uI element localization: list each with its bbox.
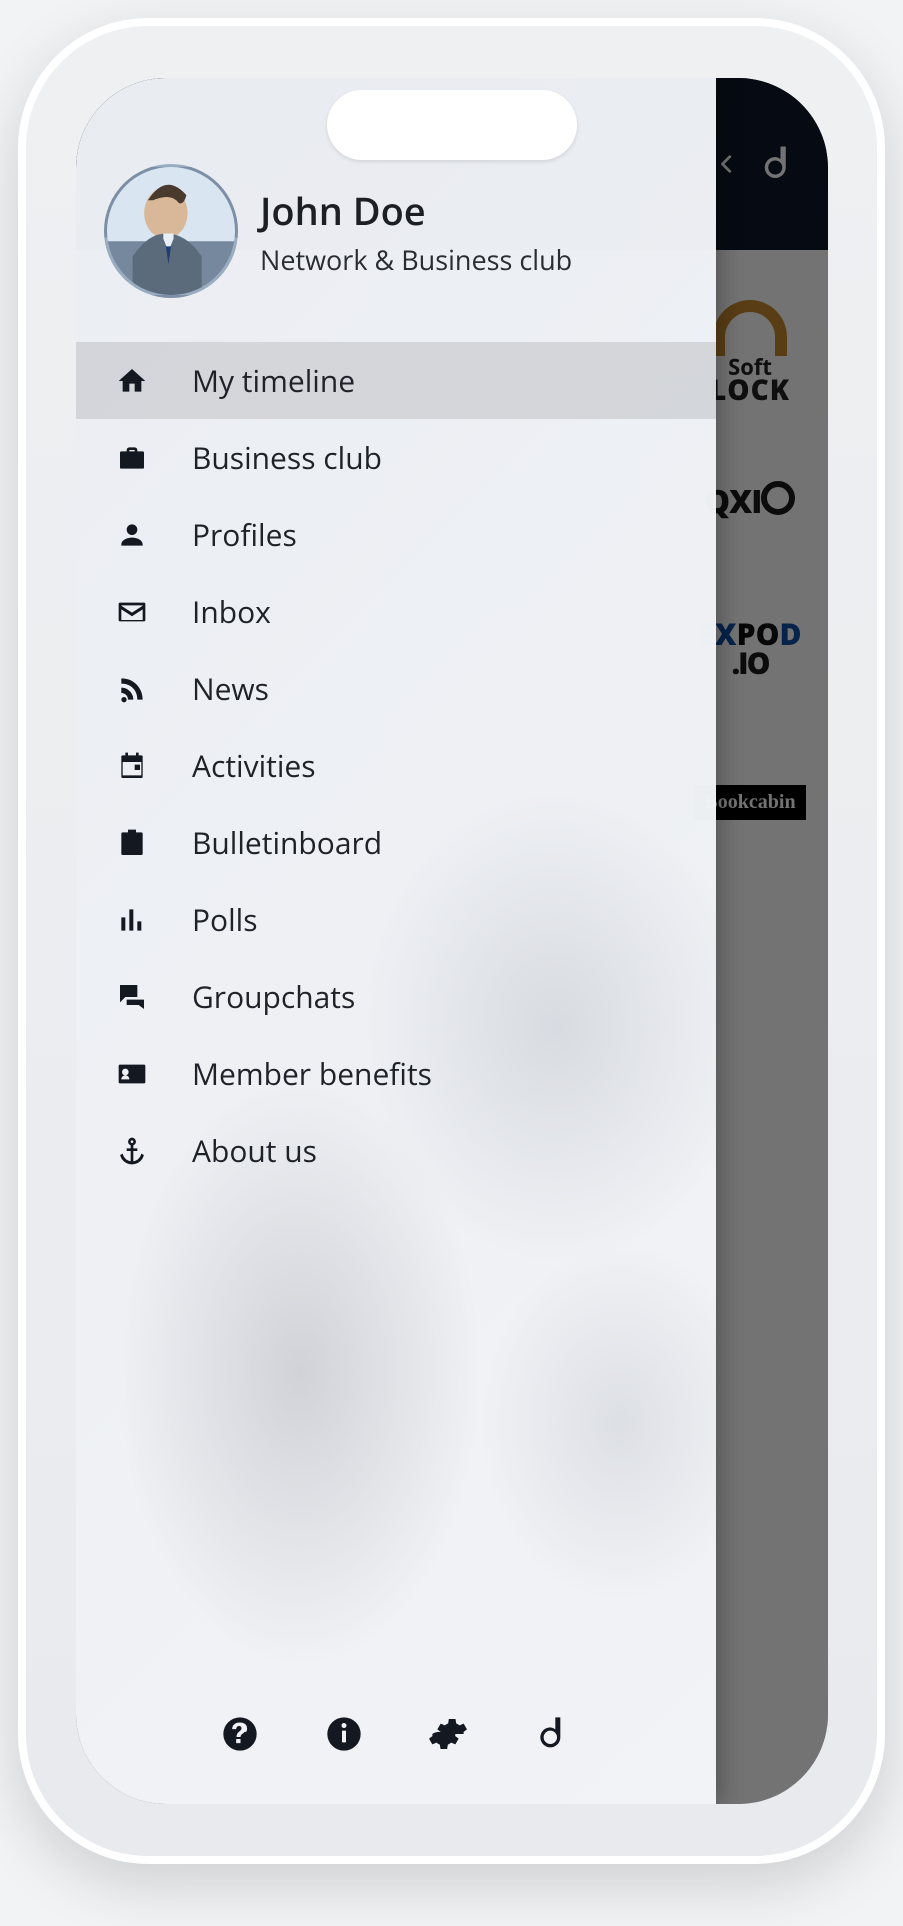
rss-icon: [114, 671, 150, 707]
drawer-nav: My timeline Business club Profiles Inbox New…: [76, 342, 716, 1189]
phone-screen: Soft LOCK QXI EXPOD .IO Bookcabin: [76, 78, 828, 1804]
gear-icon: [428, 1714, 468, 1754]
help-icon: [220, 1714, 260, 1754]
navigation-drawer: John Doe Network & Business club My time…: [76, 78, 716, 1804]
nav-label: Polls: [192, 899, 716, 940]
nav-item-activities[interactable]: Activities: [76, 727, 716, 804]
info-icon: [324, 1714, 364, 1754]
nav-label: Inbox: [192, 591, 716, 632]
profile-name: John Doe: [260, 185, 572, 237]
nav-label: About us: [192, 1130, 716, 1171]
mail-icon: [114, 594, 150, 630]
bottom-action-settings[interactable]: [426, 1712, 470, 1756]
nav-item-about[interactable]: About us: [76, 1112, 716, 1189]
nav-item-news[interactable]: News: [76, 650, 716, 727]
nav-label: Activities: [192, 745, 716, 786]
nav-label: Bulletinboard: [192, 822, 716, 863]
nav-item-profiles[interactable]: Profiles: [76, 496, 716, 573]
nav-label: Groupchats: [192, 976, 716, 1017]
profile-subtitle: Network & Business club: [260, 241, 572, 278]
drawer-bottom-actions: [76, 1682, 716, 1804]
nav-label: News: [192, 668, 716, 709]
briefcase-icon: [114, 440, 150, 476]
nav-item-groupchats[interactable]: Groupchats: [76, 958, 716, 1035]
brand-b-icon: [532, 1714, 572, 1754]
nav-label: Profiles: [192, 514, 716, 555]
nav-label: Member benefits: [192, 1053, 716, 1094]
bottom-action-info[interactable]: [322, 1712, 366, 1756]
nav-label: My timeline: [192, 360, 716, 401]
bottom-action-help[interactable]: [218, 1712, 262, 1756]
id-card-icon: [114, 1056, 150, 1092]
bottom-action-brand[interactable]: [530, 1712, 574, 1756]
nav-item-polls[interactable]: Polls: [76, 881, 716, 958]
nav-label: Business club: [192, 437, 716, 478]
person-icon: [114, 517, 150, 553]
nav-item-bulletin[interactable]: Bulletinboard: [76, 804, 716, 881]
nav-item-timeline[interactable]: My timeline: [76, 342, 716, 419]
device-notch: [327, 90, 577, 160]
nav-item-businessclub[interactable]: Business club: [76, 419, 716, 496]
chat-icon: [114, 979, 150, 1015]
nav-item-inbox[interactable]: Inbox: [76, 573, 716, 650]
board-icon: [114, 825, 150, 861]
avatar[interactable]: [104, 164, 238, 298]
home-icon: [114, 363, 150, 399]
anchor-icon: [114, 1133, 150, 1169]
nav-item-benefits[interactable]: Member benefits: [76, 1035, 716, 1112]
bars-icon: [114, 902, 150, 938]
calendar-icon: [114, 748, 150, 784]
